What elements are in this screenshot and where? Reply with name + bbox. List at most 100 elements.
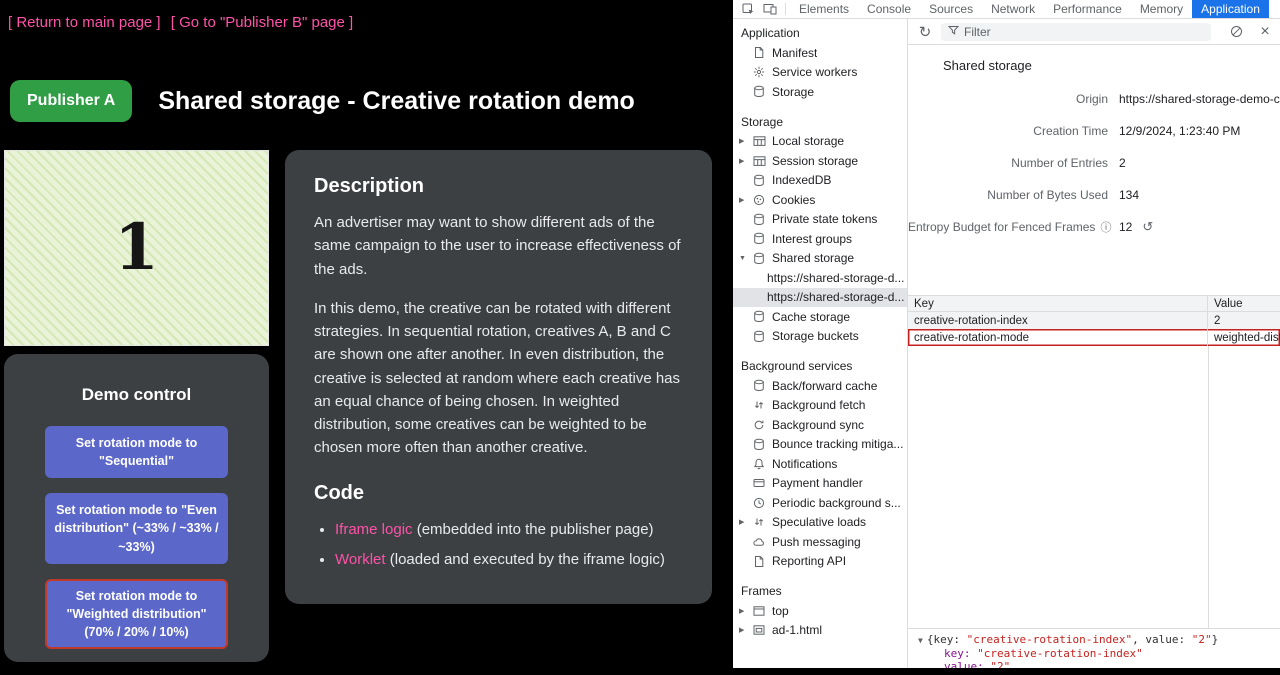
sidebar-item-https-shared-storage-d[interactable]: https://shared-storage-d... <box>733 288 907 308</box>
sidebar-section-frames: Frames <box>733 581 907 601</box>
filter-box[interactable] <box>941 23 1211 41</box>
metadata-label: Entropy Budget for Fenced Framesⓘ <box>908 219 1108 235</box>
devtools-body: ApplicationManifestService workersStorag… <box>733 19 1280 668</box>
delete-icon[interactable]: × <box>1254 19 1276 44</box>
devtools-tab-performance[interactable]: Performance <box>1044 0 1131 18</box>
devtools-tab-elements[interactable]: Elements <box>790 0 858 18</box>
sidebar-item-storage-buckets[interactable]: Storage buckets <box>733 327 907 347</box>
devtools-tab-sources[interactable]: Sources <box>920 0 982 18</box>
code-link-worklet[interactable]: Worklet <box>335 551 386 568</box>
sidebar-item-label: Cookies <box>772 193 815 207</box>
sidebar-item-label: Background fetch <box>772 398 865 412</box>
sidebar-item-service-workers[interactable]: Service workers <box>733 63 907 83</box>
database-icon <box>751 232 767 245</box>
devtools-tab-memory[interactable]: Memory <box>1131 0 1192 18</box>
devtools-tab-console[interactable]: Console <box>858 0 920 18</box>
column-header-key[interactable]: Key <box>908 296 1208 311</box>
sidebar-item-shared-storage[interactable]: ▼Shared storage <box>733 249 907 269</box>
sidebar-item-periodic-background-s[interactable]: Periodic background s... <box>733 493 907 513</box>
description-heading: Description <box>314 175 683 198</box>
code-list: Iframe logic (embedded into the publishe… <box>335 518 683 572</box>
metadata-label: Number of Entries <box>908 156 1108 170</box>
sidebar-item-label: top <box>772 604 789 618</box>
sidebar-item-reporting-api[interactable]: Reporting API <box>733 552 907 572</box>
sidebar-item-label: Periodic background s... <box>772 496 901 510</box>
sidebar-item-session-storage[interactable]: ▶ Session storage <box>733 151 907 171</box>
sidebar-item-label: https://shared-storage-d... <box>767 290 904 304</box>
return-to-main-link[interactable]: [ Return to main page ] <box>8 14 161 31</box>
right-arrow-icon[interactable]: ▶ <box>739 518 751 526</box>
sync-arrows-icon <box>751 419 767 431</box>
sidebar-item-bounce-tracking-mitiga[interactable]: Bounce tracking mitiga... <box>733 435 907 455</box>
database-icon <box>751 174 767 187</box>
sidebar-item-label: Push messaging <box>772 535 861 549</box>
storage-entry-row-creative-rotation-mode[interactable]: creative-rotation-modeweighted-distribut… <box>908 329 1280 346</box>
sidebar-item-label: Private state tokens <box>772 212 877 226</box>
preview-string: "creative-rotation-index" <box>967 633 1133 646</box>
iframe-icon <box>751 624 767 636</box>
sidebar-item-back-forward-cache[interactable]: Back/forward cache <box>733 376 907 396</box>
devtools-tab-network[interactable]: Network <box>982 0 1044 18</box>
devtools-main: ↻ × Shared storage Originhttps://shared-… <box>908 19 1280 668</box>
right-arrow-icon[interactable]: ▶ <box>739 607 751 615</box>
button-set-rotation-mode-to-weighted-distribution-7[interactable]: Set rotation mode to "Weighted distribut… <box>45 579 228 649</box>
down-arrow-icon[interactable]: ▼ <box>739 255 751 262</box>
filter-input[interactable] <box>964 25 1204 39</box>
metadata-value: 12/9/2024, 1:23:40 PM <box>1119 124 1280 138</box>
sidebar-section-background-services: Background services <box>733 356 907 376</box>
inspect-icon[interactable] <box>737 0 759 18</box>
sidebar-item-notifications[interactable]: Notifications <box>733 454 907 474</box>
sidebar-item-top[interactable]: ▶ top <box>733 601 907 621</box>
database-icon <box>751 379 767 392</box>
code-link-iframe-logic[interactable]: Iframe logic <box>335 521 413 538</box>
devtools-tab-application[interactable]: Application <box>1192 0 1269 18</box>
refresh-icon[interactable]: ↻ <box>916 19 934 44</box>
device-toolbar-icon[interactable] <box>759 0 781 18</box>
sidebar-item-storage[interactable]: Storage <box>733 82 907 102</box>
metadata-value: 134 <box>1119 188 1280 202</box>
publisher-page: [ Return to main page ] [ Go to "Publish… <box>0 0 733 675</box>
storage-entry-row-creative-rotation-index[interactable]: creative-rotation-index2 <box>908 312 1280 329</box>
sidebar-item-indexeddb[interactable]: IndexedDB <box>733 171 907 191</box>
description-paragraph-1: An advertiser may want to show different… <box>314 211 683 281</box>
sidebar-item-private-state-tokens[interactable]: Private state tokens <box>733 210 907 230</box>
right-arrow-icon[interactable]: ▶ <box>739 626 751 634</box>
sidebar-item-background-fetch[interactable]: Background fetch <box>733 396 907 416</box>
sidebar-item-speculative-loads[interactable]: ▶Speculative loads <box>733 513 907 533</box>
reset-budget-icon[interactable]: ↺ <box>1142 219 1153 234</box>
sidebar-item-label: Session storage <box>772 154 858 168</box>
metadata-value: 2 <box>1119 156 1280 170</box>
metadata-row-entropy-budget-for-fenced-frames: Entropy Budget for Fenced Framesⓘ12↺ <box>908 211 1280 243</box>
sidebar-item-manifest[interactable]: Manifest <box>733 43 907 63</box>
button-set-rotation-mode-to-sequential[interactable]: Set rotation mode to "Sequential" <box>45 426 228 478</box>
sidebar-item-label: https://shared-storage-d... <box>767 271 904 285</box>
clear-icon[interactable] <box>1225 19 1247 44</box>
right-arrow-icon[interactable]: ▶ <box>739 137 751 145</box>
sidebar-item-payment-handler[interactable]: Payment handler <box>733 474 907 494</box>
sidebar-item-background-sync[interactable]: Background sync <box>733 415 907 435</box>
creative-number: 1 <box>114 216 159 280</box>
button-set-rotation-mode-to-even-distribution-33-33[interactable]: Set rotation mode to "Even distribution"… <box>45 493 228 563</box>
sidebar-item-local-storage[interactable]: ▶Local storage <box>733 132 907 152</box>
sidebar-item-ad-1-html[interactable]: ▶ad-1.html <box>733 621 907 641</box>
sidebar-item-interest-groups[interactable]: Interest groups <box>733 229 907 249</box>
devtools-panel: ElementsConsoleSourcesNetworkPerformance… <box>733 0 1280 668</box>
publisher-b-link[interactable]: [ Go to "Publisher B" page ] <box>171 14 353 31</box>
column-header-value[interactable]: Value <box>1208 296 1280 311</box>
description-card: Description An advertiser may want to sh… <box>285 150 712 604</box>
preview-plain: } <box>1212 633 1219 646</box>
sidebar-item-https-shared-storage-d[interactable]: https://shared-storage-d... <box>733 268 907 288</box>
sidebar-item-label: Storage <box>772 85 814 99</box>
sidebar-item-cache-storage[interactable]: Cache storage <box>733 307 907 327</box>
database-icon <box>751 438 767 451</box>
right-arrow-icon[interactable]: ▶ <box>739 196 751 204</box>
preview-prop-value: "2" <box>990 660 1010 668</box>
right-arrow-icon[interactable]: ▶ <box>739 157 751 165</box>
value-preview-pane: ▼{key: "creative-rotation-index", value:… <box>908 628 1280 668</box>
sidebar-item-push-messaging[interactable]: Push messaging <box>733 532 907 552</box>
metadata-row-number-of-bytes-used: Number of Bytes Used134 <box>908 179 1280 211</box>
expand-arrow-icon[interactable]: ▼ <box>918 636 923 645</box>
info-icon[interactable]: ⓘ <box>1100 222 1111 234</box>
sidebar-item-label: Cache storage <box>772 310 850 324</box>
sidebar-item-cookies[interactable]: ▶ Cookies <box>733 190 907 210</box>
